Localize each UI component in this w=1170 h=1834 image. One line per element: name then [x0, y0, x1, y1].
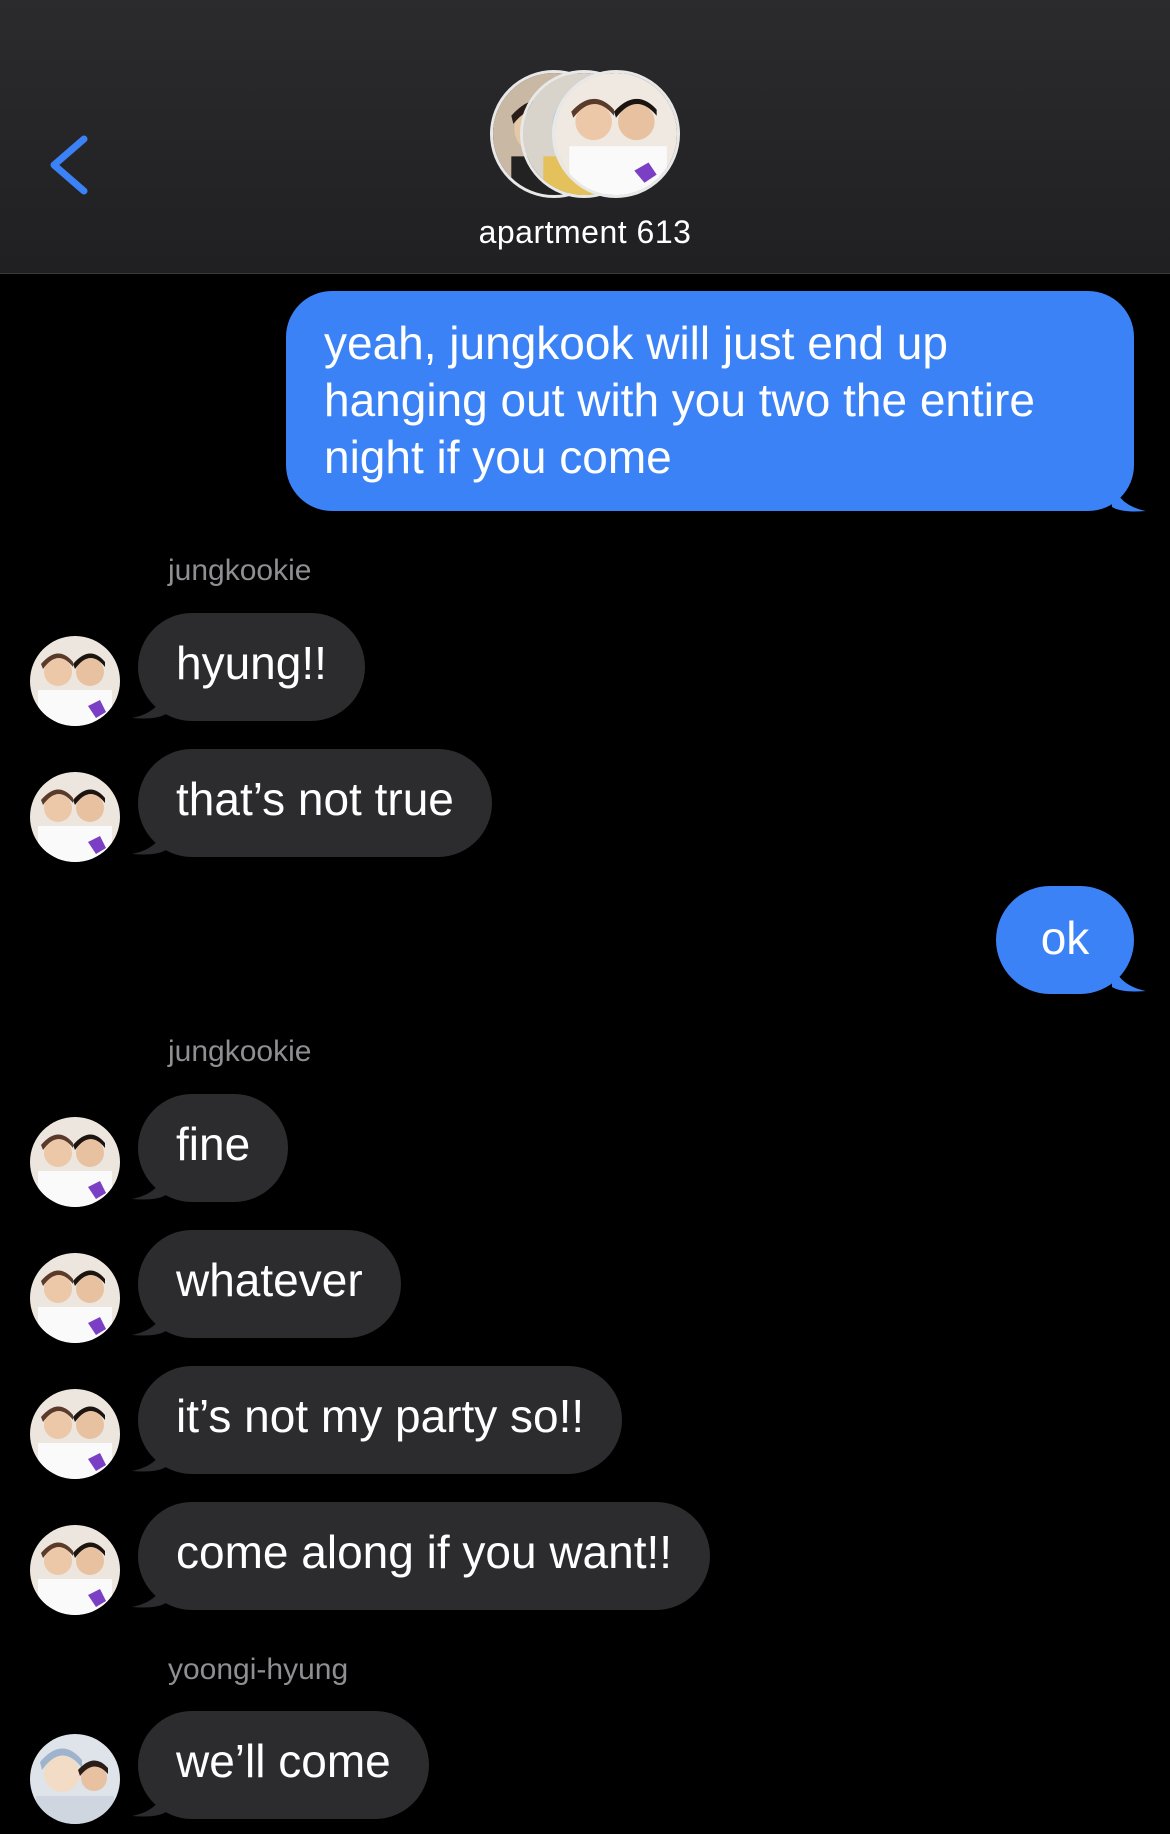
chat-header: apartment 613: [0, 0, 1170, 274]
message-text: we’ll come: [176, 1735, 391, 1787]
group-member-avatar: [552, 70, 680, 198]
bubble-tail: [132, 1575, 166, 1608]
bubble-tail: [132, 686, 166, 719]
bubble-tail: [132, 822, 166, 855]
message-text: hyung!!: [176, 637, 327, 689]
incoming-message-bubble[interactable]: come along if you want!!: [138, 1502, 711, 1610]
back-button[interactable]: [40, 125, 100, 205]
bubble-tail: [132, 1784, 166, 1817]
contact-avatar[interactable]: [30, 1253, 120, 1343]
contact-avatar[interactable]: [30, 772, 120, 862]
group-avatar-stack[interactable]: [490, 70, 680, 198]
sender-name: jungkookie: [168, 554, 312, 587]
incoming-message-bubble[interactable]: whatever: [138, 1230, 401, 1338]
message-text: ok: [1040, 912, 1090, 964]
chevron-left-icon: [50, 135, 88, 195]
incoming-message-bubble[interactable]: hyung!!: [138, 613, 365, 721]
incoming-message-bubble[interactable]: we’ll come: [138, 1711, 429, 1819]
bubble-tail: [132, 1303, 166, 1336]
contact-avatar[interactable]: [30, 1389, 120, 1479]
incoming-message-bubble[interactable]: it’s not my party so!!: [138, 1366, 623, 1474]
contact-avatar[interactable]: [30, 1734, 120, 1824]
sender-name: jungkookie: [168, 1035, 312, 1068]
message-text: yeah, jungkook will just end up hanging …: [324, 317, 1035, 483]
sender-name: yoongi-hyung: [168, 1653, 349, 1686]
contact-avatar[interactable]: [30, 636, 120, 726]
bubble-tail: [1112, 959, 1146, 992]
bubble-tail: [132, 1439, 166, 1472]
outgoing-message-bubble[interactable]: yeah, jungkook will just end up hanging …: [286, 291, 1134, 511]
message-text: that’s not true: [176, 773, 454, 825]
contact-avatar[interactable]: [30, 1525, 120, 1615]
message-text: whatever: [176, 1254, 363, 1306]
message-list: yeah, jungkook will just end up hanging …: [0, 274, 1170, 1834]
bubble-tail: [132, 1167, 166, 1200]
message-text: come along if you want!!: [176, 1526, 673, 1578]
message-text: fine: [176, 1118, 251, 1170]
bubble-tail: [1112, 479, 1146, 512]
incoming-message-bubble[interactable]: that’s not true: [138, 749, 492, 857]
conversation-title[interactable]: apartment 613: [0, 214, 1170, 251]
message-text: it’s not my party so!!: [176, 1390, 585, 1442]
contact-avatar[interactable]: [30, 1117, 120, 1207]
